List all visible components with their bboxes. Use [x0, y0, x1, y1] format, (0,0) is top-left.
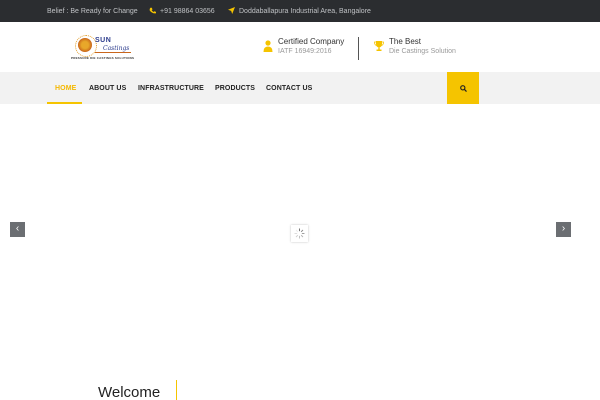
slider-prev-button[interactable]: ‹: [10, 222, 25, 237]
slogan: Belief : Be Ready for Change: [47, 0, 138, 22]
location-arrow-icon: [228, 6, 235, 16]
header-divider: [358, 37, 359, 60]
search-button[interactable]: [447, 72, 479, 104]
logo-divider: [95, 52, 131, 53]
site-header: SUN Castings PRESSURE DIE CASTINGS SOLUT…: [0, 22, 600, 72]
site-logo[interactable]: SUN Castings PRESSURE DIE CASTINGS SOLUT…: [71, 34, 135, 62]
nav-contact-us[interactable]: CONTACT US: [266, 72, 312, 104]
address-text: Doddaballapura Industrial Area, Bangalor…: [239, 7, 371, 15]
phone-contact[interactable]: +91 98864 03656: [149, 0, 215, 22]
top-bar: Belief : Be Ready for Change +91 98864 0…: [0, 0, 600, 22]
slider-next-button[interactable]: ›: [556, 222, 571, 237]
welcome-heading: Welcome: [98, 384, 161, 400]
nav-about-us[interactable]: ABOUT US: [89, 72, 126, 104]
phone-number[interactable]: +91 98864 03656: [160, 8, 215, 15]
feature-title: The Best: [389, 37, 422, 46]
feature-best: The Best Die Castings Solution: [374, 36, 474, 60]
nav-home[interactable]: HOME: [55, 72, 76, 104]
logo-brand: SUN: [95, 37, 112, 44]
feature-subtitle: IATF 16949:2016: [278, 48, 332, 55]
hero-slider: ‹ ›: [0, 104, 600, 354]
feature-subtitle: Die Castings Solution: [389, 48, 456, 55]
address-info: Doddaballapura Industrial Area, Bangalor…: [228, 0, 371, 22]
sun-logo-icon: [75, 35, 97, 57]
slogan-text: Belief : Be Ready for Change: [47, 7, 138, 15]
welcome-accent-bar: [176, 380, 177, 400]
nav-infrastructure[interactable]: INFRASTRUCTURE: [138, 72, 204, 104]
main-nav: HOME ABOUT US INFRASTRUCTURE PRODUCTS CO…: [0, 72, 600, 104]
nav-products[interactable]: PRODUCTS: [215, 72, 255, 104]
phone-icon: [149, 7, 156, 16]
logo-tagline: PRESSURE DIE CASTINGS SOLUTIONS: [71, 56, 135, 60]
loading-spinner-icon: [291, 225, 308, 242]
feature-certified: Certified Company IATF 16949:2016: [263, 36, 353, 60]
trophy-icon: [374, 40, 384, 52]
user-badge-icon: [263, 40, 273, 52]
search-icon: [459, 84, 467, 92]
feature-title: Certified Company: [278, 37, 345, 46]
logo-script: Castings: [103, 45, 130, 52]
